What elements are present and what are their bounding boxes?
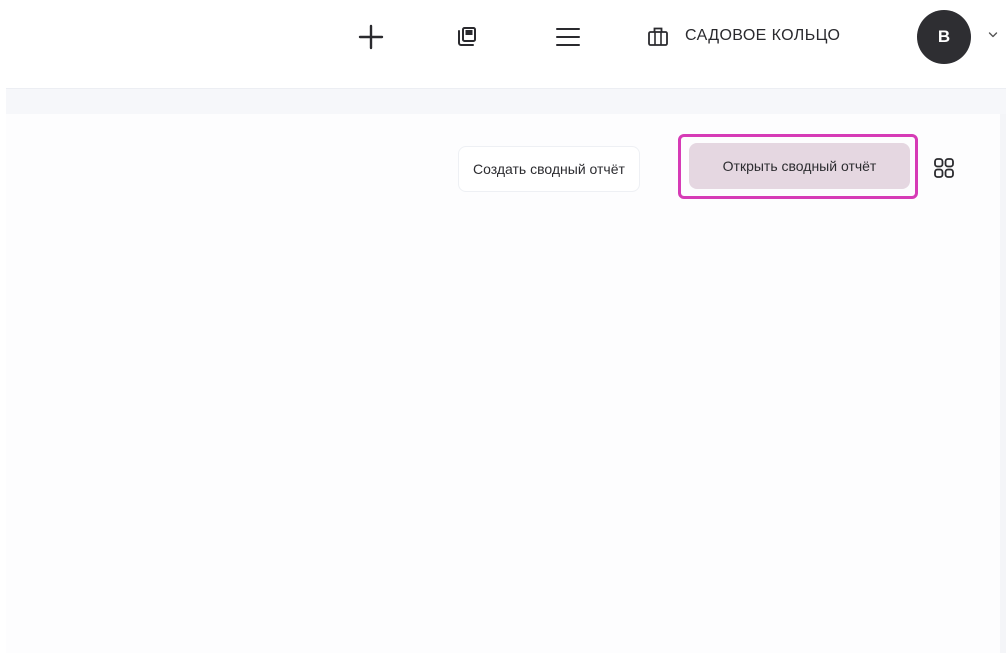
header-divider-band [6,88,1006,115]
chevron-down-icon[interactable] [986,28,1000,42]
avatar[interactable]: В [917,10,971,64]
briefcase-icon [646,24,670,48]
copy-icon[interactable] [451,21,483,53]
plus-icon[interactable] [354,20,388,54]
organization-selector[interactable]: САДОВОЕ КОЛЬЦО [646,18,840,54]
organization-name: САДОВОЕ КОЛЬЦО [685,27,841,44]
create-summary-report-button[interactable]: Создать сводный отчёт [459,147,639,191]
report-actions-group: Создать сводный отчёт [458,146,640,192]
grid-view-icon[interactable] [928,152,960,184]
menu-icon[interactable] [552,21,584,53]
top-navigation-bar: САДОВОЕ КОЛЬЦО В [0,0,1006,88]
highlight-frame [678,134,918,199]
right-edge-strip [1000,114,1006,653]
